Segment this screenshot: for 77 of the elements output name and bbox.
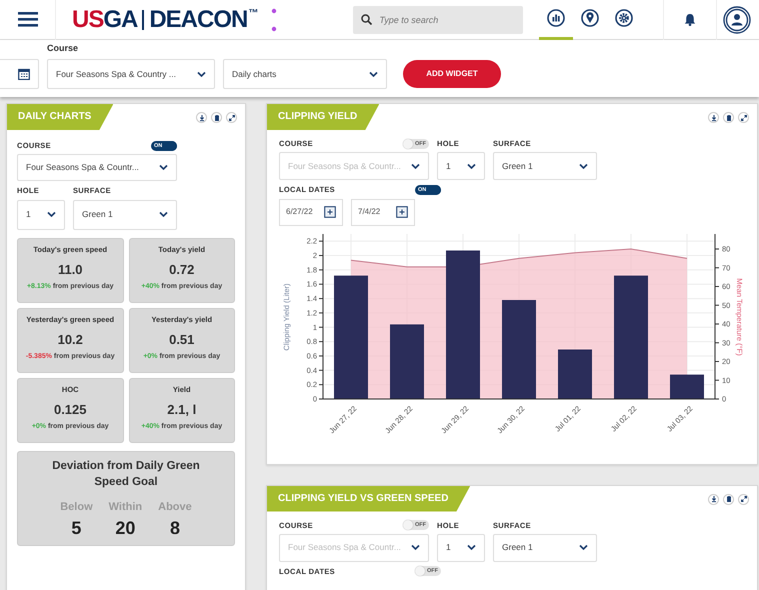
date-field[interactable]: [0, 59, 39, 89]
expand-icon: [740, 495, 748, 503]
date-field[interactable]: 7/4/22: [351, 198, 415, 226]
trash-icon: [724, 114, 732, 122]
stat-value: 0.51: [168, 330, 196, 349]
hole-dropdown[interactable]: 1: [437, 152, 485, 180]
deviation-title: Deviation from Daily Green Speed Goal: [51, 458, 201, 490]
menu-icon: [18, 12, 38, 27]
settings-icon: [615, 9, 634, 27]
logo-text: DEACON™: [149, 4, 258, 34]
delete-button[interactable]: [723, 494, 734, 504]
download-icon: [710, 114, 718, 122]
widget-title: CLIPPING YIELD: [267, 104, 380, 130]
expand-button[interactable]: [738, 112, 749, 123]
chevron-icon: [411, 162, 420, 170]
stat-value: 10.2: [56, 330, 84, 349]
expand-icon: [740, 114, 748, 122]
delete-button[interactable]: [211, 112, 222, 123]
chart-bar: [670, 374, 704, 398]
add-widget-button[interactable]: ADD WIDGET: [403, 60, 501, 88]
search-icon: [361, 14, 372, 24]
stat-value: 2.1, l: [166, 400, 198, 419]
chart-bar: [558, 349, 592, 398]
chevron-icon: [467, 544, 476, 552]
deviation-value: 8: [170, 519, 180, 538]
chevron-icon: [369, 70, 378, 78]
logo-text: USGA: [72, 4, 138, 34]
deviation-label: Above: [158, 500, 192, 515]
location-icon: [581, 9, 600, 27]
download-button[interactable]: [196, 112, 207, 123]
deviation-value: 5: [71, 519, 82, 538]
chevron-icon: [579, 544, 588, 552]
deviation-value: 20: [115, 519, 136, 538]
chevron-icon: [197, 70, 206, 78]
profile-button[interactable]: [723, 6, 751, 34]
deviation-label: Below: [60, 500, 93, 515]
trash-icon: [212, 114, 220, 122]
menu-button[interactable]: [18, 12, 38, 27]
trash-icon: [724, 495, 732, 503]
chevron-icon: [159, 211, 168, 218]
search-field[interactable]: Type to search: [353, 6, 524, 34]
calendar-icon: [396, 206, 408, 218]
course-dropdown[interactable]: Four Seasons Spa & Countr...: [17, 154, 177, 182]
delete-button[interactable]: [723, 112, 734, 123]
stat-value: 11.0: [56, 260, 84, 279]
calendar-icon: [18, 68, 30, 80]
field-label: Course: [47, 42, 80, 54]
dots-icon[interactable]: [271, 8, 278, 32]
date-field[interactable]: 6/27/22: [279, 198, 343, 226]
hole-dropdown[interactable]: 1: [17, 200, 65, 230]
expand-button[interactable]: [226, 112, 237, 123]
calendar-icon: [324, 206, 336, 218]
course-dropdown[interactable]: Four Seasons Spa & Country ...: [47, 59, 215, 89]
download-icon: [710, 495, 718, 503]
chevron-icon: [47, 211, 56, 218]
view-dropdown[interactable]: Daily charts: [223, 59, 387, 89]
download-button[interactable]: [708, 494, 719, 504]
chevron-icon: [579, 162, 588, 170]
surface-dropdown[interactable]: Green 1: [493, 534, 597, 562]
chart-icon: [547, 9, 566, 27]
expand-button[interactable]: [738, 494, 749, 504]
expand-icon: [228, 114, 236, 122]
hole-dropdown[interactable]: 1: [437, 534, 485, 562]
stat-value: 0.125: [52, 400, 88, 419]
chevron-icon: [159, 164, 168, 172]
widget-title: DAILY CHARTS: [7, 104, 114, 130]
bell-icon: [684, 13, 696, 26]
download-button[interactable]: [708, 112, 719, 123]
chevron-icon: [467, 162, 476, 170]
surface-dropdown[interactable]: Green 1: [493, 152, 597, 180]
stat-value: 0.72: [168, 260, 196, 279]
avatar-icon: [723, 6, 751, 34]
deviation-label: Within: [108, 500, 142, 515]
download-icon: [198, 114, 206, 122]
widget-title: CLIPPING YIELD VS GREEN SPEED: [267, 486, 470, 512]
surface-dropdown[interactable]: Green 1: [73, 200, 177, 230]
chevron-icon: [411, 544, 420, 552]
